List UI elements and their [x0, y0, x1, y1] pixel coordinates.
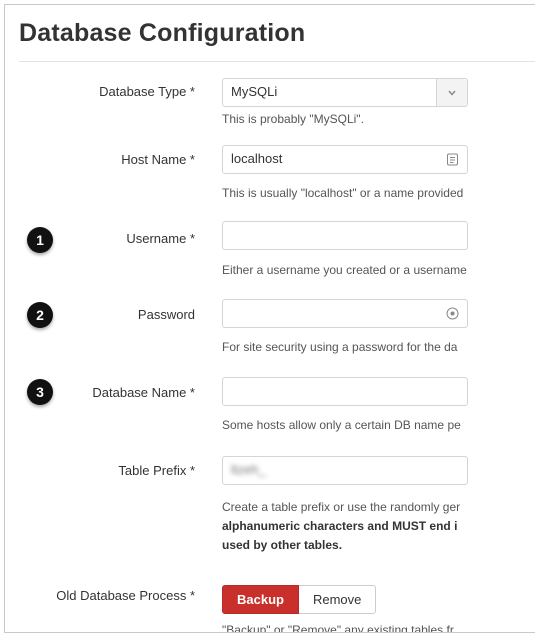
table-prefix-help-3: used by other tables. [222, 538, 342, 552]
db-name-input[interactable] [222, 377, 468, 406]
table-prefix-value: ltzeh_ [231, 462, 266, 477]
db-type-help: This is probably "MySQLi". [222, 112, 364, 126]
username-input[interactable] [222, 221, 468, 250]
db-type-value: MySQLi [231, 84, 278, 99]
table-prefix-input[interactable]: ltzeh_ [222, 456, 468, 485]
table-prefix-help-2-text: alphanumeric characters and MUST end i [222, 519, 458, 533]
old-db-process-label: Old Database Process * [56, 588, 195, 603]
old-db-process-toggle: Backup Remove [222, 585, 377, 614]
contact-card-icon [447, 153, 458, 166]
title-divider [19, 61, 535, 62]
backup-button[interactable]: Backup [222, 585, 299, 614]
table-prefix-help-2: alphanumeric characters and MUST end i [222, 519, 457, 533]
eye-icon[interactable] [446, 307, 459, 320]
host-name-value: localhost [231, 151, 283, 166]
table-prefix-label: Table Prefix * [118, 463, 195, 478]
username-label: Username * [126, 231, 195, 246]
host-name-help: This is usually "localhost" or a name pr… [222, 186, 464, 200]
host-name-label: Host Name * [121, 152, 195, 167]
database-config-panel: Database Configuration Database Type * M… [4, 4, 535, 633]
old-db-process-help: "Backup" or "Remove" any existing tables… [222, 623, 454, 633]
remove-button[interactable]: Remove [298, 585, 377, 614]
db-type-label: Database Type * [99, 84, 195, 99]
db-type-select[interactable]: MySQLi [222, 78, 468, 107]
host-name-input[interactable]: localhost [222, 145, 468, 174]
password-help: For site security using a password for t… [222, 340, 458, 354]
table-prefix-help-3-text: used by other tables. [222, 538, 343, 552]
password-input[interactable] [222, 299, 468, 328]
db-name-help: Some hosts allow only a certain DB name … [222, 418, 461, 432]
chevron-down-icon[interactable] [436, 79, 467, 106]
table-prefix-help-1: Create a table prefix or use the randoml… [222, 500, 461, 514]
username-help: Either a username you created or a usern… [222, 263, 467, 277]
db-name-label: Database Name * [92, 385, 195, 400]
page-title: Database Configuration [19, 19, 306, 47]
password-label: Password [137, 307, 195, 322]
